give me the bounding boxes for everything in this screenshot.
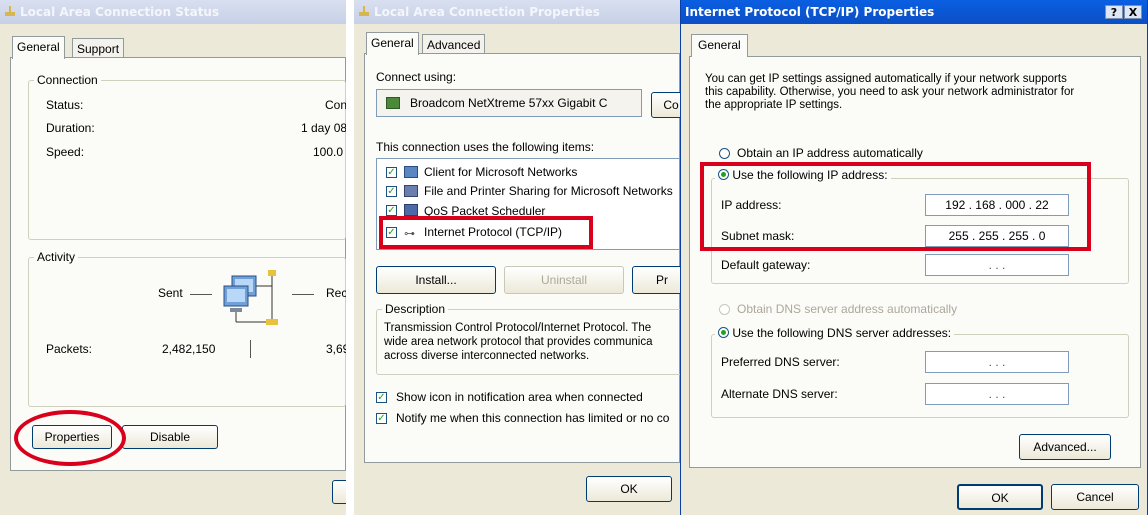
tab-support[interactable]: Support [72,38,125,59]
advanced-button[interactable]: Advanced... [1019,434,1111,460]
tab-general[interactable]: General [691,34,748,57]
description-line-3: across diverse interconnected networks. [384,350,590,362]
sent-label: Sent [158,286,183,300]
network-connection-icon [358,6,370,17]
network-client-icon [404,166,418,178]
qos-scheduler-icon [404,204,418,216]
item-checkbox[interactable]: ✓ [386,186,397,197]
properties-highlight-ellipse [14,410,126,466]
tcpip-titlebar[interactable]: Internet Protocol (TCP/IP) Properties ? … [681,0,1147,24]
intro-line-2: this capability. Otherwise, you need to … [705,86,1075,98]
ok-button[interactable]: OK [586,476,672,502]
list-item[interactable]: ✓ File and Printer Sharing for Microsoft… [386,184,680,200]
default-gateway-label: Default gateway: [721,258,811,272]
speed-value: 100.0 [313,145,344,159]
packets-received-value: 3,69 [326,342,346,356]
install-button[interactable]: Install... [376,266,496,294]
packets-sent-value: 2,482,150 [162,342,216,356]
list-item[interactable]: ✓ QoS Packet Scheduler [386,203,680,216]
status-titlebar[interactable]: Local Area Connection Status [0,0,346,24]
alternate-dns-label: Alternate DNS server: [721,387,838,401]
configure-button[interactable]: Co [651,92,680,118]
lan-properties-window: Local Area Connection Properties General… [354,0,680,515]
network-activity-icon [223,270,278,325]
description-legend: Description [382,302,449,316]
show-icon-checkbox[interactable]: ✓ [376,392,387,403]
network-connection-icon [4,6,16,17]
speed-label: Speed: [46,145,85,159]
description-line-2: wide area network protocol that provides… [384,336,653,348]
activity-legend: Activity [34,250,79,264]
item-properties-button[interactable]: Pr [632,266,680,294]
tcpip-item-highlight [379,216,593,249]
item-checkbox[interactable]: ✓ [386,205,397,216]
intro-line-3: the appropriate IP settings. [705,99,843,111]
preferred-dns-field[interactable]: . . . [925,351,1069,373]
intro-line-1: You can get IP settings assigned automat… [705,73,1067,85]
connect-using-label: Connect using: [376,70,457,84]
alternate-dns-field[interactable]: . . . [925,383,1069,405]
lan-properties-title: Local Area Connection Properties [374,5,600,19]
item-label: File and Printer Sharing for Microsoft N… [424,184,673,198]
default-gateway-field[interactable]: . . . [925,254,1069,276]
activity-group [28,257,346,407]
items-label: This connection uses the following items… [376,140,595,154]
received-line [292,294,314,295]
adapter-name: Broadcom NetXtreme 57xx Gigabit C [410,96,608,110]
cancel-button[interactable]: Cancel [1051,484,1139,510]
duration-value: 1 day 08: [301,121,346,135]
obtain-ip-label[interactable]: Obtain an IP address automatically [737,146,923,160]
help-title-button[interactable]: ? [1105,5,1123,19]
ip-settings-highlight [700,162,1091,251]
sent-line [190,294,212,295]
preferred-dns-label: Preferred DNS server: [721,355,840,369]
tab-advanced[interactable]: Advanced [422,34,486,55]
tab-general[interactable]: General [12,36,65,59]
packets-divider [250,340,251,358]
uninstall-button[interactable]: Uninstall [504,266,624,294]
close-button-partial[interactable] [332,480,346,504]
connection-legend: Connection [34,73,101,87]
packets-label: Packets: [46,342,93,356]
list-item[interactable]: ✓ Client for Microsoft Networks [386,165,680,181]
ok-button[interactable]: OK [957,484,1043,510]
tcpip-properties-window: Internet Protocol (TCP/IP) Properties ? … [680,0,1148,515]
show-icon-label[interactable]: Show icon in notification area when conn… [396,390,643,404]
obtain-ip-radio[interactable] [719,148,730,159]
use-dns-legend: Use the following DNS server addresses: [715,326,955,340]
dns-group [711,334,1129,418]
item-label: Client for Microsoft Networks [424,165,578,179]
use-dns-label[interactable]: Use the following DNS server addresses: [732,326,951,340]
status-label: Status: [46,98,84,112]
use-dns-radio[interactable] [718,327,729,338]
notify-label[interactable]: Notify me when this connection has limit… [396,411,669,425]
obtain-dns-label[interactable]: Obtain DNS server address automatically [737,302,957,316]
description-line-1: Transmission Control Protocol/Internet P… [384,322,652,334]
notify-checkbox[interactable]: ✓ [376,413,387,424]
close-title-button[interactable]: X [1124,5,1142,19]
disable-button[interactable]: Disable [122,425,218,449]
tcpip-window-title: Internet Protocol (TCP/IP) Properties [685,5,935,19]
status-window: Local Area Connection Status General Sup… [0,0,346,515]
received-label: Rec [326,286,346,300]
file-printer-sharing-icon [404,185,418,197]
item-checkbox[interactable]: ✓ [386,167,397,178]
obtain-dns-radio[interactable] [719,304,730,315]
tab-general[interactable]: General [366,32,419,55]
duration-label: Duration: [46,121,95,135]
status-window-title: Local Area Connection Status [20,5,220,19]
status-value: Conn [325,98,346,112]
item-label: QoS Packet Scheduler [424,204,546,216]
network-adapter-icon [386,97,400,109]
lan-properties-titlebar[interactable]: Local Area Connection Properties [354,0,680,24]
